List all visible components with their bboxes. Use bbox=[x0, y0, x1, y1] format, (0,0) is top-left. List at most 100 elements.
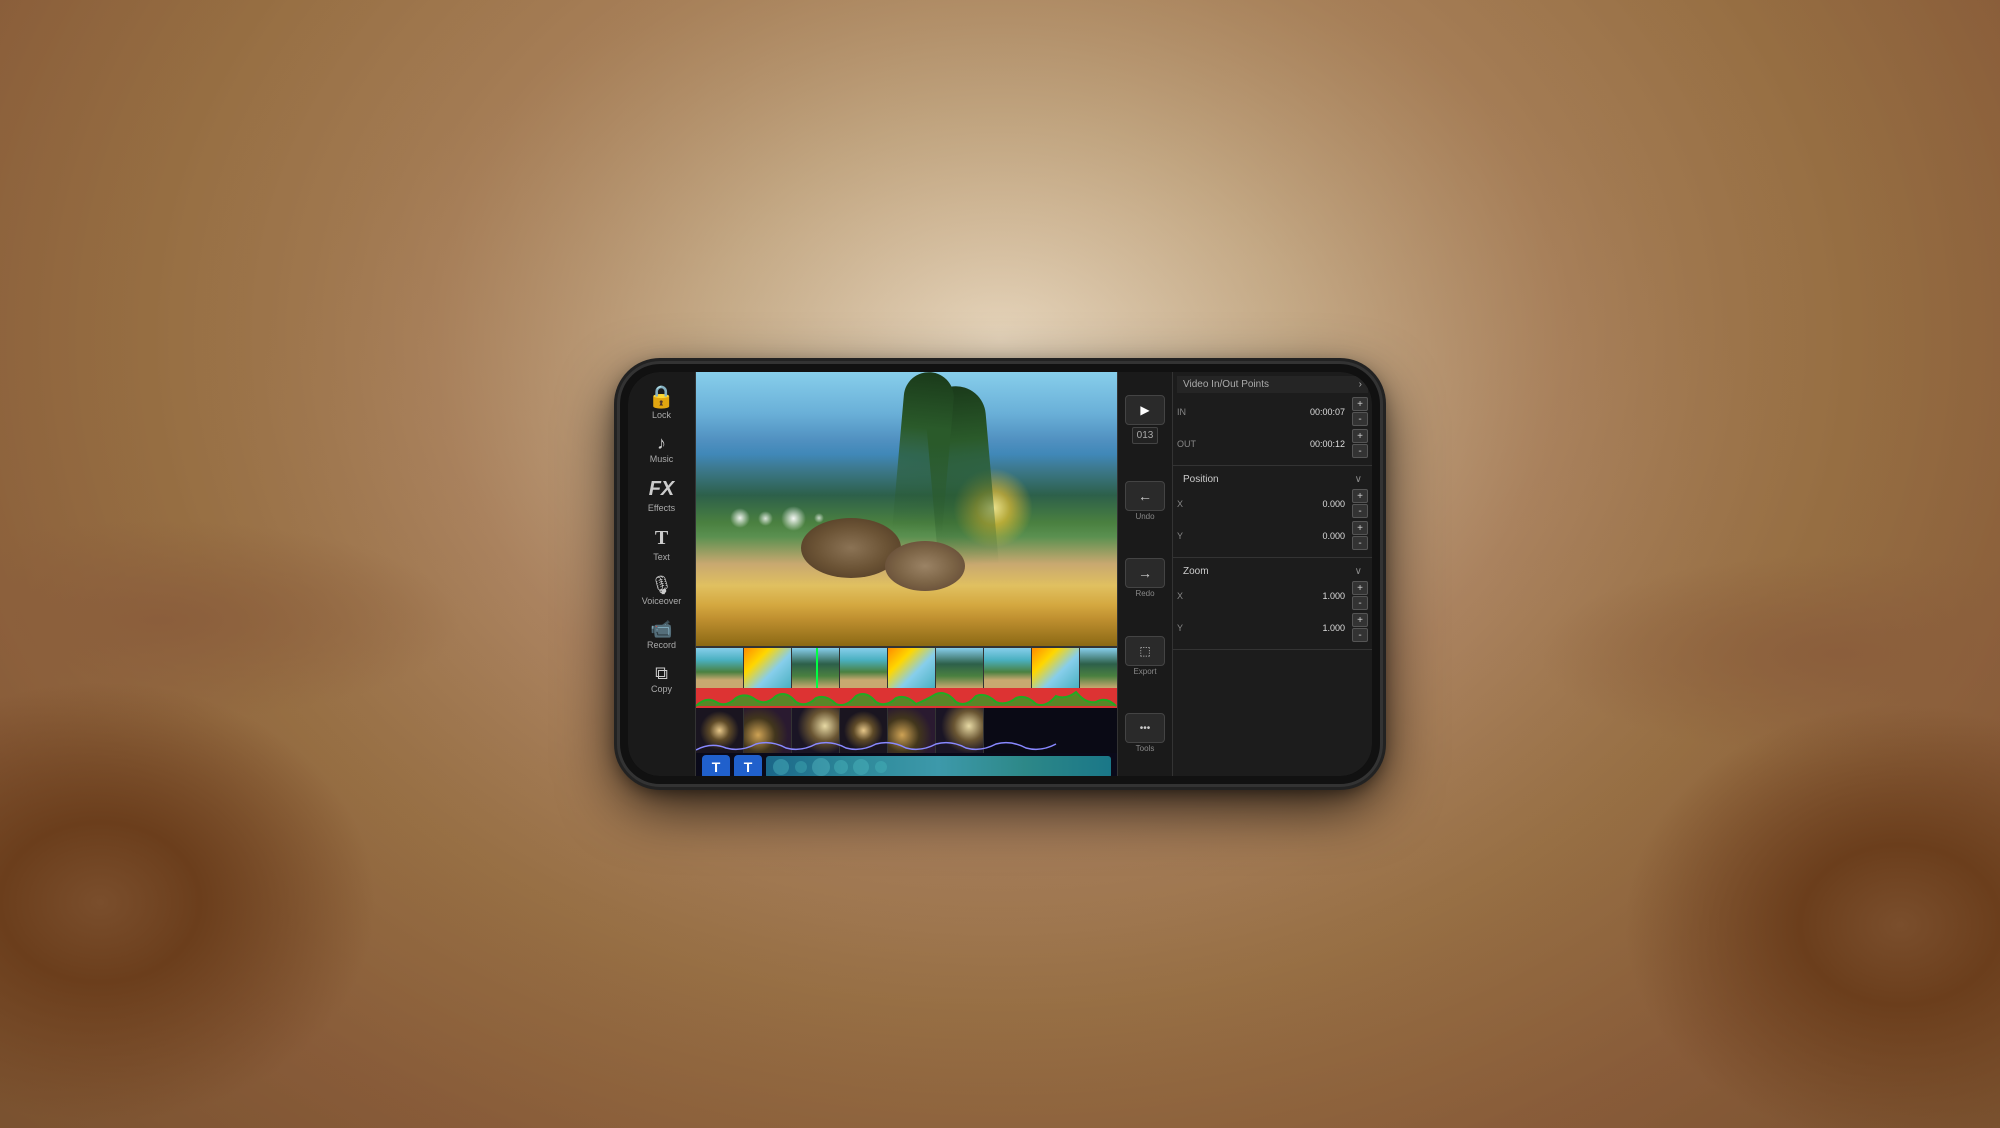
sidebar-item-effects[interactable]: FX Effects bbox=[628, 472, 695, 519]
bokeh-waveform bbox=[696, 738, 1117, 753]
zoom-y-row: Y 1.000 + - bbox=[1177, 613, 1368, 642]
thumb-5 bbox=[888, 648, 936, 688]
zoom-x-row: X 1.000 + - bbox=[1177, 581, 1368, 610]
play-icon: ▶ bbox=[1140, 403, 1149, 417]
track-number: 013 bbox=[1132, 427, 1159, 444]
zoom-section: Zoom ∨ X 1.000 + - bbox=[1173, 558, 1372, 650]
in-label: IN bbox=[1177, 407, 1205, 417]
export-control: ⬚ Export bbox=[1125, 636, 1165, 676]
lock-label: Lock bbox=[652, 410, 671, 420]
tools-label: Tools bbox=[1136, 744, 1155, 753]
phone-wrapper: 🔒 Lock ♪ Music FX Effects T Text 🎙 bbox=[620, 364, 1380, 784]
pos-y-plus[interactable]: + bbox=[1352, 521, 1368, 535]
position-y-label: Y bbox=[1177, 531, 1205, 541]
out-value: 00:00:12 bbox=[1208, 439, 1349, 449]
out-controls: + - bbox=[1352, 429, 1368, 458]
inout-section: Video In/Out Points › IN 00:00:07 + - bbox=[1173, 372, 1372, 466]
in-minus-btn[interactable]: - bbox=[1352, 412, 1368, 426]
lock-icon: 🔒 bbox=[648, 386, 675, 408]
title-t1: T bbox=[712, 759, 721, 775]
position-y-row: Y 0.000 + - bbox=[1177, 521, 1368, 550]
music-icon: ♪ bbox=[657, 434, 666, 452]
export-label: Export bbox=[1133, 667, 1156, 676]
text-icon: T bbox=[655, 527, 668, 550]
zoom-x-label: X bbox=[1177, 591, 1205, 601]
position-y-value: 0.000 bbox=[1208, 531, 1349, 541]
record-icon: 📹 bbox=[650, 620, 672, 638]
pos-y-minus[interactable]: - bbox=[1352, 536, 1368, 550]
tools-button[interactable]: ••• bbox=[1125, 713, 1165, 743]
center-controls: ▶ 013 ← Undo → Redo bbox=[1117, 372, 1172, 776]
position-x-controls: + - bbox=[1352, 489, 1368, 518]
sidebar-item-record[interactable]: 📹 Record bbox=[628, 614, 695, 656]
title-track: T T bbox=[696, 753, 1117, 776]
in-plus-btn[interactable]: + bbox=[1352, 397, 1368, 411]
main-video-track bbox=[696, 648, 1117, 688]
record-label: Record bbox=[647, 640, 676, 650]
thumb-6 bbox=[936, 648, 984, 688]
position-x-value: 0.000 bbox=[1208, 499, 1349, 509]
thumb-8 bbox=[1032, 648, 1080, 688]
out-plus-icon: + bbox=[1357, 431, 1363, 442]
out-plus-btn[interactable]: + bbox=[1352, 429, 1368, 443]
main-content: T T bbox=[696, 372, 1117, 776]
sidebar-item-voiceover[interactable]: 🎙 Voiceover bbox=[628, 570, 695, 612]
timeline-area: T T bbox=[696, 646, 1117, 776]
title-track-pattern bbox=[766, 756, 1111, 776]
sidebar-item-music[interactable]: ♪ Music bbox=[628, 428, 695, 470]
zoom-y-label: Y bbox=[1177, 623, 1205, 633]
thumb-4 bbox=[840, 648, 888, 688]
zoom-y-plus[interactable]: + bbox=[1352, 613, 1368, 627]
in-minus-icon: - bbox=[1358, 414, 1361, 425]
pos-x-plus[interactable]: + bbox=[1352, 489, 1368, 503]
sidebar-item-copy[interactable]: ⧉ Copy bbox=[628, 658, 695, 700]
thumb-9 bbox=[1080, 648, 1117, 688]
in-controls: + - bbox=[1352, 397, 1368, 426]
zoom-x-controls: + - bbox=[1352, 581, 1368, 610]
zoom-expand[interactable]: ∨ bbox=[1355, 566, 1362, 577]
tools-icon: ••• bbox=[1140, 723, 1151, 734]
text-label: Text bbox=[653, 552, 670, 562]
thumb-1 bbox=[696, 648, 744, 688]
position-header: Position ∨ bbox=[1177, 470, 1368, 489]
out-label: OUT bbox=[1177, 439, 1205, 449]
waveform-track bbox=[696, 688, 1117, 708]
redo-icon: → bbox=[1138, 565, 1152, 581]
zoom-y-controls: + - bbox=[1352, 613, 1368, 642]
zoom-x-minus[interactable]: - bbox=[1352, 596, 1368, 610]
effects-label: Effects bbox=[648, 503, 675, 513]
undo-control: ← Undo bbox=[1125, 481, 1165, 521]
sidebar-item-text[interactable]: T Text bbox=[628, 521, 695, 568]
zoom-x-plus[interactable]: + bbox=[1352, 581, 1368, 595]
zoom-y-value: 1.000 bbox=[1208, 623, 1349, 633]
export-button[interactable]: ⬚ bbox=[1125, 636, 1165, 666]
redo-label: Redo bbox=[1135, 589, 1154, 598]
play-button[interactable]: ▶ bbox=[1125, 395, 1165, 425]
undo-button[interactable]: ← bbox=[1125, 481, 1165, 511]
position-x-label: X bbox=[1177, 499, 1205, 509]
playhead-video bbox=[816, 648, 818, 688]
position-expand[interactable]: ∨ bbox=[1355, 474, 1362, 485]
redo-button[interactable]: → bbox=[1125, 558, 1165, 588]
out-minus-btn[interactable]: - bbox=[1352, 444, 1368, 458]
fx-icon: FX bbox=[649, 478, 675, 501]
position-title: Position bbox=[1183, 474, 1219, 485]
out-minus-icon: - bbox=[1358, 446, 1361, 457]
video-thumbnails bbox=[696, 648, 1117, 688]
in-plus-icon: + bbox=[1357, 399, 1363, 410]
inout-title: Video In/Out Points bbox=[1183, 379, 1269, 390]
zoom-y-minus[interactable]: - bbox=[1352, 628, 1368, 642]
title-badge-2[interactable]: T bbox=[734, 755, 762, 776]
tools-control: ••• Tools bbox=[1125, 713, 1165, 753]
video-background bbox=[696, 372, 1117, 646]
sidebar-item-lock[interactable]: 🔒 Lock bbox=[628, 380, 695, 426]
export-icon: ⬚ bbox=[1139, 644, 1150, 658]
inout-header: Video In/Out Points › bbox=[1177, 376, 1368, 393]
title-badge-1[interactable]: T bbox=[702, 755, 730, 776]
copy-label: Copy bbox=[651, 684, 672, 694]
collapse-icon: › bbox=[1359, 379, 1362, 390]
out-row: OUT 00:00:12 + - bbox=[1177, 429, 1368, 458]
pos-x-minus[interactable]: - bbox=[1352, 504, 1368, 518]
zoom-x-value: 1.000 bbox=[1208, 591, 1349, 601]
undo-label: Undo bbox=[1135, 512, 1154, 521]
